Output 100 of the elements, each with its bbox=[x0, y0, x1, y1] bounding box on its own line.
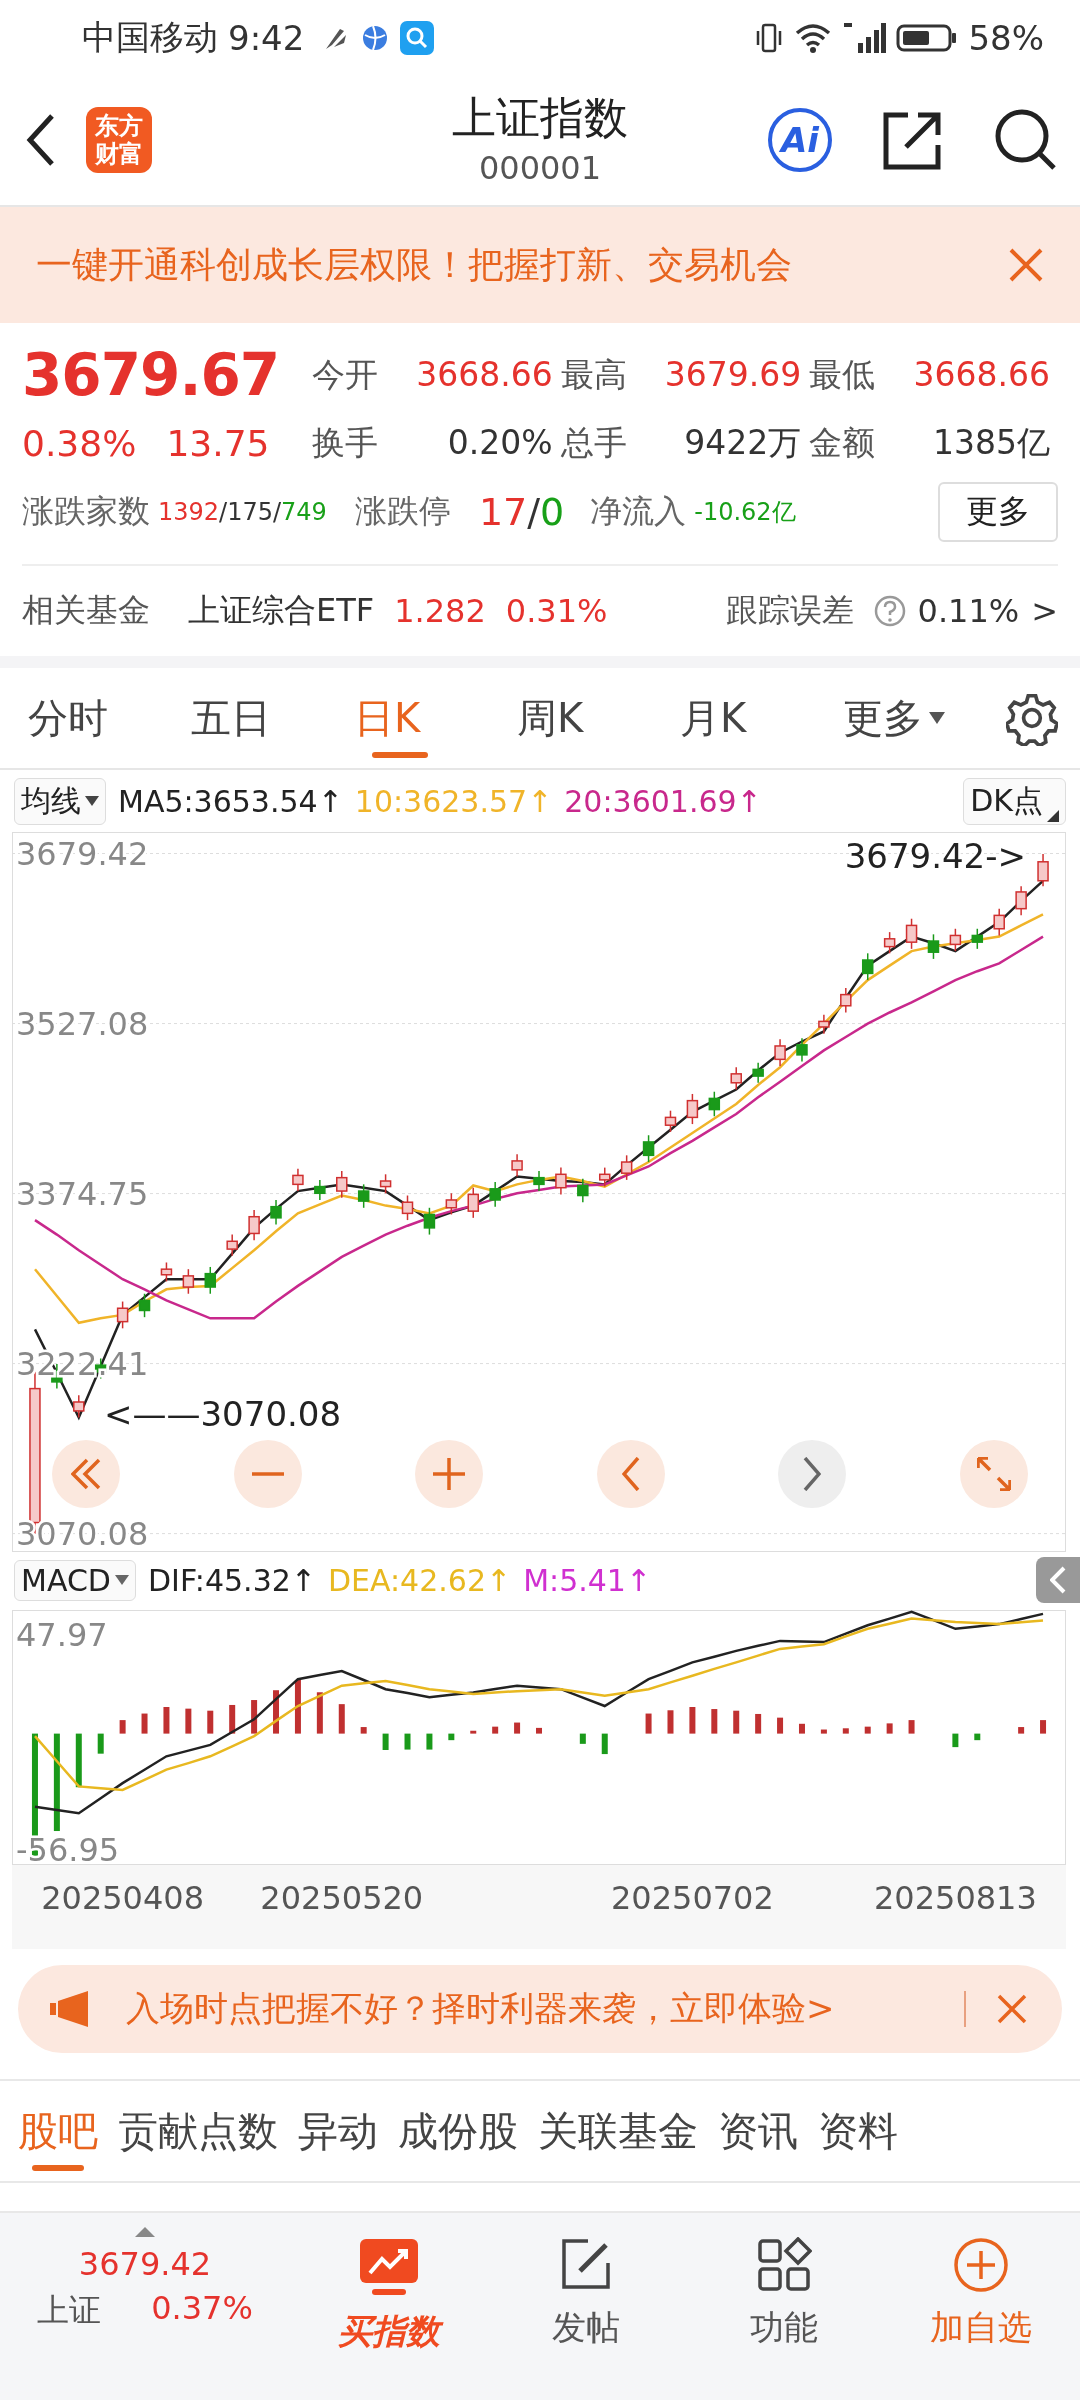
stat-value: 0.20% bbox=[447, 423, 553, 462]
bar bbox=[733, 1710, 740, 1734]
dropdown-icon bbox=[85, 796, 99, 806]
candlestick bbox=[314, 1179, 326, 1201]
banner-text: 一键开通科创成长层权限！把握打新、交易机会 bbox=[36, 242, 792, 287]
more-button[interactable]: 更多 bbox=[938, 482, 1058, 542]
date-label: 20250702 bbox=[610, 1879, 774, 1917]
stat-value: 9422万 bbox=[684, 422, 802, 464]
candlestick bbox=[138, 1292, 151, 1318]
nav-item[interactable]: 发帖 bbox=[487, 2227, 685, 2351]
signal-icon bbox=[842, 20, 887, 55]
index-name: 上证 bbox=[37, 2290, 102, 2331]
limit-value: 17/0 bbox=[478, 490, 565, 534]
bar bbox=[667, 1710, 674, 1734]
stat-value: 3668.66 bbox=[913, 354, 1050, 394]
chevron-right-icon bbox=[803, 1457, 822, 1491]
candlestick bbox=[752, 1061, 764, 1084]
candlestick bbox=[818, 1013, 830, 1035]
candlestick bbox=[445, 1192, 458, 1216]
collapse-button[interactable] bbox=[1036, 1557, 1080, 1603]
bar bbox=[579, 1733, 586, 1744]
nav-item[interactable]: 功能 bbox=[685, 2227, 883, 2351]
ma-selector[interactable]: 均线 bbox=[14, 777, 106, 825]
fund-name[interactable]: 上证综合ETF bbox=[188, 589, 375, 633]
candlestick bbox=[336, 1170, 348, 1199]
fund-change: 0.31% bbox=[505, 592, 608, 630]
bar bbox=[820, 1729, 827, 1734]
bar bbox=[1040, 1720, 1047, 1734]
period-tab[interactable]: 五日 bbox=[191, 668, 355, 768]
axis-label: -56.95 bbox=[16, 1831, 120, 1870]
bar bbox=[207, 1710, 214, 1734]
section-tab[interactable]: 成份股 bbox=[398, 2081, 518, 2181]
index-price: 3679.42 bbox=[78, 2245, 212, 2283]
low-marker: <——3070.08 bbox=[104, 1394, 342, 1434]
period-tab[interactable]: 月K bbox=[680, 668, 844, 768]
section-tab[interactable]: 贡献点数 bbox=[118, 2081, 278, 2181]
stat-label: 总手 bbox=[560, 422, 627, 464]
bar bbox=[141, 1713, 148, 1734]
axis-label: 3679.42 bbox=[16, 834, 149, 873]
tracking-value: 0.11% bbox=[917, 592, 1020, 630]
date-label: 20250520 bbox=[260, 1879, 424, 1917]
candlestick bbox=[730, 1066, 742, 1091]
caret-up-icon bbox=[135, 2227, 155, 2237]
wifi-icon bbox=[794, 21, 833, 54]
candlestick bbox=[840, 987, 852, 1014]
date-label: 20250408 bbox=[41, 1879, 205, 1917]
add-icon bbox=[953, 2237, 1010, 2293]
axis-label: 3527.08 bbox=[16, 1004, 149, 1043]
bar bbox=[645, 1713, 652, 1734]
chevron[interactable]: > bbox=[1031, 592, 1058, 630]
last-price: 3679.67 bbox=[22, 340, 280, 411]
indicator-selector[interactable]: MACD bbox=[14, 1559, 136, 1601]
bar bbox=[185, 1708, 192, 1734]
close-icon[interactable] bbox=[1008, 247, 1044, 283]
trend-chart-icon bbox=[357, 2237, 420, 2297]
search-app-icon bbox=[400, 20, 435, 55]
search-icon[interactable] bbox=[994, 108, 1058, 172]
chevron-left-icon bbox=[1050, 1566, 1066, 1594]
bar bbox=[798, 1723, 805, 1734]
candlestick bbox=[467, 1186, 480, 1219]
ma-value: MA5:3653.54↑ bbox=[118, 783, 343, 819]
candlestick bbox=[861, 952, 874, 981]
macd-value: M:5.41↑ bbox=[523, 1562, 652, 1598]
period-tab[interactable]: 更多 bbox=[843, 668, 1007, 768]
section-tab[interactable]: 资讯 bbox=[718, 2081, 798, 2181]
candlestick bbox=[116, 1300, 129, 1330]
candlestick bbox=[927, 933, 940, 960]
candlestick bbox=[599, 1166, 611, 1188]
chevron-left-icon bbox=[621, 1457, 640, 1491]
date-label: 20250813 bbox=[873, 1879, 1037, 1917]
bar bbox=[404, 1733, 411, 1750]
bar bbox=[382, 1733, 389, 1750]
candlestick bbox=[1015, 885, 1027, 917]
bar bbox=[360, 1727, 367, 1734]
bar bbox=[601, 1733, 608, 1755]
candlestick bbox=[905, 917, 918, 950]
bar bbox=[1018, 1727, 1025, 1734]
close-icon[interactable] bbox=[996, 1993, 1028, 2025]
fund-label: 相关基金 bbox=[22, 590, 150, 631]
candlestick bbox=[401, 1194, 414, 1221]
candlestick bbox=[182, 1268, 195, 1295]
candlestick bbox=[292, 1167, 304, 1192]
change-amount: 13.75 bbox=[166, 423, 270, 464]
candlestick bbox=[883, 931, 896, 955]
candlestick bbox=[642, 1134, 655, 1163]
section-tab[interactable]: 关联基金 bbox=[538, 2081, 698, 2181]
bar bbox=[952, 1733, 959, 1748]
candlestick bbox=[357, 1183, 370, 1209]
bar bbox=[75, 1733, 82, 1788]
candlestick bbox=[577, 1178, 589, 1203]
section-tab[interactable]: 资料 bbox=[818, 2081, 898, 2181]
section-tab[interactable]: 异动 bbox=[298, 2081, 378, 2181]
expand-icon bbox=[976, 1457, 1011, 1491]
period-tab[interactable]: 周K bbox=[517, 668, 681, 768]
stat-value: 3679.69 bbox=[664, 354, 802, 394]
ai-button[interactable]: Ai bbox=[768, 108, 832, 172]
dk-button[interactable]: DK点 bbox=[963, 777, 1066, 825]
help-icon[interactable] bbox=[873, 595, 906, 627]
clock-time: 9:42 bbox=[228, 17, 305, 58]
period-tab[interactable]: 分时 bbox=[28, 668, 191, 768]
